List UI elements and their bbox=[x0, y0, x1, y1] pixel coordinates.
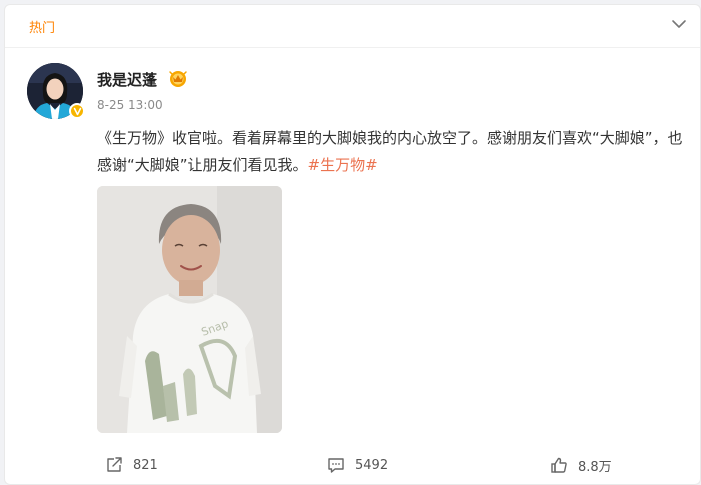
post-body: 《生万物》收官啦。看着屏幕里的大脚娘我的内心放空了。感谢朋友们喜欢“大脚娘”，也… bbox=[97, 129, 683, 174]
post-card: 热门 我是迟蓬 8-25 13:00 《生万物》收官啦。看着屏幕里的大脚娘我的内… bbox=[4, 4, 701, 485]
post-text: 《生万物》收官啦。看着屏幕里的大脚娘我的内心放空了。感谢朋友们喜欢“大脚娘”，也… bbox=[97, 125, 687, 179]
like-button[interactable]: 8.8万 bbox=[550, 451, 612, 479]
comment-icon bbox=[328, 458, 344, 473]
comment-button[interactable]: 5492 bbox=[327, 451, 388, 479]
post-photo: Snap bbox=[97, 186, 282, 433]
chevron-down-icon bbox=[672, 20, 686, 28]
verified-badge-icon bbox=[69, 103, 85, 119]
more-button[interactable] bbox=[670, 15, 688, 33]
thumbs-up-icon bbox=[551, 457, 567, 473]
action-bar: 821 5492 8.8万 bbox=[5, 451, 700, 479]
repost-button[interactable]: 821 bbox=[105, 451, 158, 479]
hashtag-link[interactable]: #生万物# bbox=[308, 156, 378, 174]
comment-count: 5492 bbox=[355, 457, 389, 473]
like-count: 8.8万 bbox=[578, 459, 612, 475]
repost-icon bbox=[107, 457, 122, 472]
hot-label[interactable]: 热门 bbox=[29, 17, 55, 36]
author-name[interactable]: 我是迟蓬 bbox=[97, 69, 157, 90]
repost-count: 821 bbox=[133, 457, 158, 473]
header-divider bbox=[5, 47, 700, 48]
post-image[interactable]: Snap bbox=[97, 186, 282, 433]
crown-badge-icon[interactable] bbox=[167, 68, 189, 88]
post-time[interactable]: 8-25 13:00 bbox=[97, 98, 163, 112]
